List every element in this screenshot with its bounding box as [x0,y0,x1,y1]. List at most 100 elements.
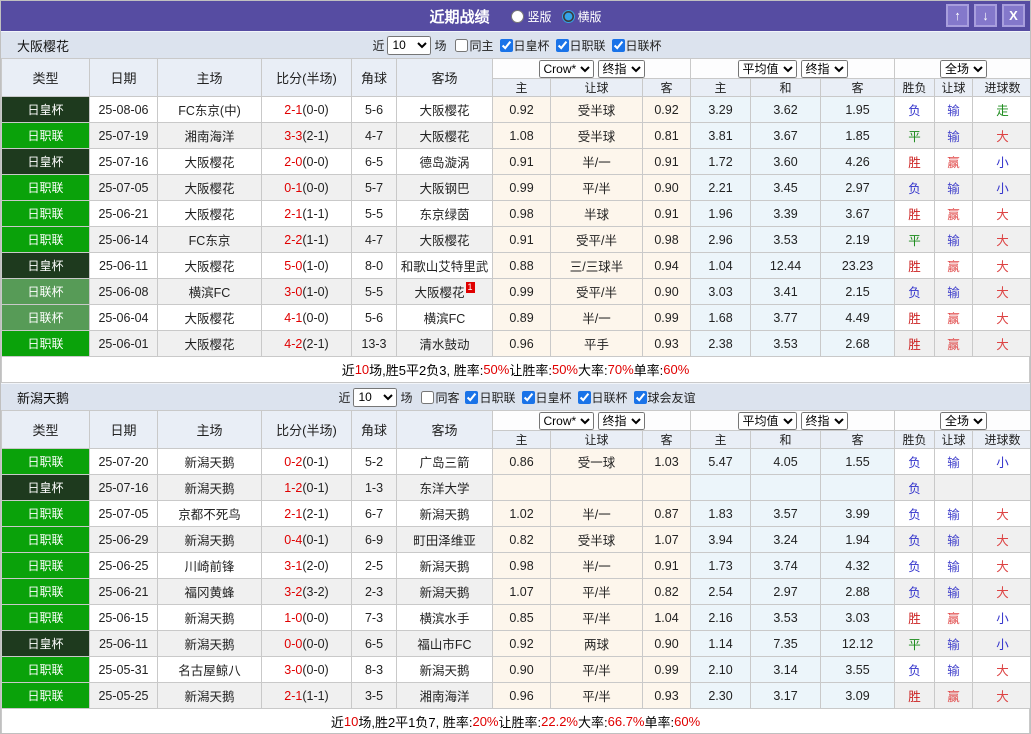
average-odds-cell: 4.32 [819,552,896,579]
avg-time-select[interactable]: 终指 [800,411,848,430]
home-team-cell: 大阪樱花 [157,148,262,175]
handicap-odds-cell: 0.92 [642,96,691,123]
score-cell: 2-1(1-1) [261,682,352,709]
outcome-cell: 大 [972,304,1030,331]
move-down-button[interactable]: ↓ [974,4,997,27]
match-row: 日皇杯 25-08-06 FC东京(中) 2-1(0-0) 5-6 大阪樱花 0.92 受半球… [1,96,1030,123]
layout-horizontal-radio[interactable] [561,9,575,23]
league-type-cell: 日皇杯 [1,96,90,123]
league-filter-option[interactable]: 日皇杯 [520,389,572,406]
handicap-odds-cell: 1.02 [492,500,551,527]
away-team-cell: 横滨水手 [396,604,493,631]
outcome-cell: 赢 [934,604,974,631]
odds-source-select[interactable]: Crow* [538,411,594,430]
same-venue-checkbox[interactable] [421,390,435,404]
outcome-cell: 输 [934,526,974,553]
column-header: 日期 [89,410,158,449]
league-filter-label: 日职联 [479,390,516,405]
league-filter-option[interactable]: 球会友谊 [632,389,696,406]
near-label: 近 [338,390,351,405]
date-cell: 25-06-08 [89,278,158,305]
home-team-cell: FC东京(中) [157,96,262,123]
outcome-cell: 胜 [894,604,936,631]
score-cell: 3-3(2-1) [261,122,352,149]
outcome-cell: 赢 [934,252,974,279]
league-filter-option[interactable]: 日职联 [463,389,516,406]
fulltime-score: 0-0 [284,636,303,651]
match-row: 日职联 25-06-14 FC东京 2-2(1-1) 4-7 大阪樱花 0.91 受平/半 0.… [1,226,1030,253]
league-filter-checkbox[interactable] [611,38,625,52]
outcome-cell: 大 [972,226,1030,253]
avg-time-select[interactable]: 终指 [800,59,848,78]
odds-time-select[interactable]: 终指 [597,411,645,430]
layout-vertical-radio[interactable] [511,9,525,23]
layout-horizontal-option[interactable]: 横版 [561,8,602,25]
same-venue-checkbox[interactable] [455,38,469,52]
handicap-odds-cell: 半/一 [550,500,643,527]
average-odds-cell: 2.10 [690,656,751,683]
outcome-cell: 负 [894,448,936,475]
games-count-select[interactable]: 10 [353,387,398,407]
layout-horizontal-label: 横版 [577,9,602,24]
handicap-odds-cell: 0.90 [642,630,691,657]
league-type-cell: 日职联 [1,174,90,201]
outcome-cell: 赢 [934,148,974,175]
league-filter-checkbox[interactable] [633,390,647,404]
odds-source-select[interactable]: Crow* [538,59,594,78]
average-odds-cell: 3.53 [750,604,821,631]
league-filter-option[interactable]: 日皇杯 [498,37,550,54]
header-select-group: 全场 [894,410,1030,431]
away-team-cell: 大阪樱花 1 [396,278,493,305]
date-cell: 25-06-29 [89,526,158,553]
summary-segment: 场,胜2平1负7, 胜率: [358,715,473,730]
average-odds-cell: 3.53 [750,330,821,357]
league-filter-option[interactable]: 日联杯 [576,389,628,406]
same-venue-option[interactable]: 同客 [419,389,459,406]
score-cell: 2-2(1-1) [261,226,352,253]
close-button[interactable]: X [1002,4,1025,27]
summary-segment: 单率: [644,715,675,730]
column-subheader: 客 [819,430,896,449]
scope-select[interactable]: 全场 [940,59,988,78]
corners-cell: 6-5 [351,148,397,175]
date-cell: 25-06-11 [89,630,158,657]
outcome-cell: 大 [972,552,1030,579]
outcome-cell: 大 [972,578,1030,605]
handicap-odds-cell: 0.98 [492,552,551,579]
move-up-button[interactable]: ↑ [946,4,969,27]
league-filter-checkbox[interactable] [577,390,591,404]
fulltime-score: 2-1 [284,102,303,117]
date-cell: 25-06-14 [89,226,158,253]
league-filter-checkbox[interactable] [555,38,569,52]
average-odds-cell: 4.49 [819,304,896,331]
layout-vertical-option[interactable]: 竖版 [511,8,552,25]
odds-time-select[interactable]: 终指 [597,59,645,78]
league-filter-checkbox[interactable] [499,38,513,52]
match-row: 日皇杯 25-07-16 新潟天鹅 1-2(0-1) 1-3 东洋大学负 [1,474,1030,501]
scope-select[interactable]: 全场 [940,411,988,430]
corners-cell: 2-3 [351,578,397,605]
halftime-score: (0-0) [302,662,329,677]
outcome-cell: 大 [972,682,1030,709]
halftime-score: (0-0) [302,154,329,169]
handicap-odds-cell: 0.99 [492,174,551,201]
halftime-score: (0-0) [302,636,329,651]
avg-source-select[interactable]: 平均值 [737,411,797,430]
column-subheader: 主 [492,78,551,97]
league-filter-option[interactable]: 日职联 [554,37,606,54]
same-venue-option[interactable]: 同主 [453,37,494,54]
column-subheader: 进球数 [972,78,1030,97]
games-count-select[interactable]: 10 [387,35,432,55]
league-filter-checkbox[interactable] [521,390,535,404]
handicap-odds-cell: 1.07 [492,578,551,605]
handicap-odds-cell: 半/一 [550,304,643,331]
league-filter-option[interactable]: 日联杯 [610,37,662,54]
away-team-cell: 湘南海洋 [396,682,493,709]
outcome-cell: 输 [934,226,974,253]
avg-source-select[interactable]: 平均值 [737,59,797,78]
away-team-cell: 新潟天鹅 [396,578,493,605]
home-team-cell: 大阪樱花 [157,330,262,357]
league-filter-checkbox[interactable] [465,390,479,404]
games-suffix-label: 场 [434,38,447,53]
header-select-group: Crow* 终指 [492,58,691,79]
